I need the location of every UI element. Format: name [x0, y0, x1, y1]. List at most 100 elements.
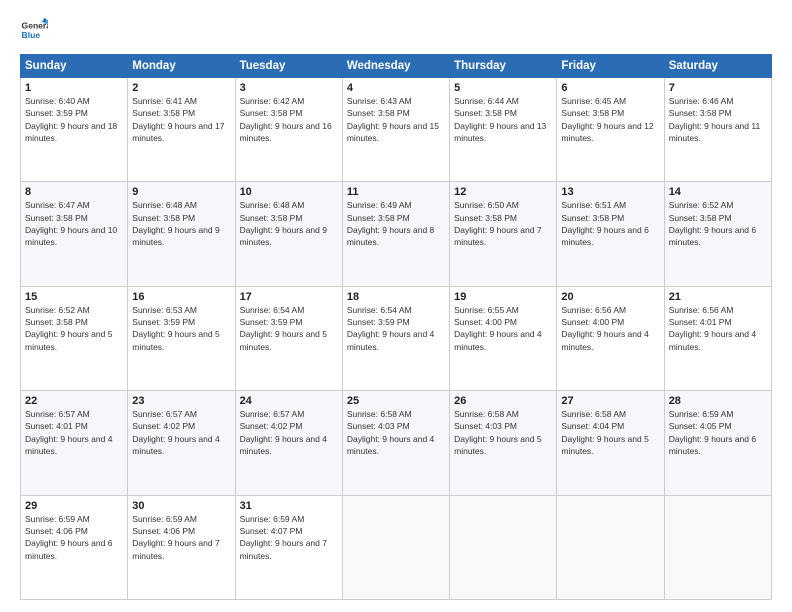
day-info: Sunrise: 6:43 AM Sunset: 3:58 PM Dayligh… — [347, 95, 445, 144]
calendar-cell: 10 Sunrise: 6:48 AM Sunset: 3:58 PM Dayl… — [235, 182, 342, 286]
calendar-cell: 16 Sunrise: 6:53 AM Sunset: 3:59 PM Dayl… — [128, 286, 235, 390]
calendar-cell: 13 Sunrise: 6:51 AM Sunset: 3:58 PM Dayl… — [557, 182, 664, 286]
calendar-cell: 6 Sunrise: 6:45 AM Sunset: 3:58 PM Dayli… — [557, 78, 664, 182]
day-info: Sunrise: 6:48 AM Sunset: 3:58 PM Dayligh… — [240, 199, 338, 248]
calendar-cell: 18 Sunrise: 6:54 AM Sunset: 3:59 PM Dayl… — [342, 286, 449, 390]
day-info: Sunrise: 6:49 AM Sunset: 3:58 PM Dayligh… — [347, 199, 445, 248]
calendar-week-row: 29 Sunrise: 6:59 AM Sunset: 4:06 PM Dayl… — [21, 495, 772, 599]
day-number: 15 — [25, 291, 123, 303]
day-info: Sunrise: 6:54 AM Sunset: 3:59 PM Dayligh… — [240, 304, 338, 353]
calendar-cell — [342, 495, 449, 599]
weekday-header-thursday: Thursday — [450, 55, 557, 78]
day-number: 16 — [132, 291, 230, 303]
logo-icon: General Blue — [20, 16, 48, 44]
calendar-week-row: 15 Sunrise: 6:52 AM Sunset: 3:58 PM Dayl… — [21, 286, 772, 390]
day-info: Sunrise: 6:57 AM Sunset: 4:01 PM Dayligh… — [25, 408, 123, 457]
day-number: 17 — [240, 291, 338, 303]
calendar-week-row: 1 Sunrise: 6:40 AM Sunset: 3:59 PM Dayli… — [21, 78, 772, 182]
calendar-cell: 3 Sunrise: 6:42 AM Sunset: 3:58 PM Dayli… — [235, 78, 342, 182]
calendar-cell — [664, 495, 771, 599]
day-number: 5 — [454, 82, 552, 94]
day-info: Sunrise: 6:46 AM Sunset: 3:58 PM Dayligh… — [669, 95, 767, 144]
day-info: Sunrise: 6:59 AM Sunset: 4:07 PM Dayligh… — [240, 513, 338, 562]
calendar-cell: 15 Sunrise: 6:52 AM Sunset: 3:58 PM Dayl… — [21, 286, 128, 390]
day-info: Sunrise: 6:41 AM Sunset: 3:58 PM Dayligh… — [132, 95, 230, 144]
weekday-header-saturday: Saturday — [664, 55, 771, 78]
day-number: 12 — [454, 186, 552, 198]
day-info: Sunrise: 6:59 AM Sunset: 4:06 PM Dayligh… — [25, 513, 123, 562]
calendar-cell: 12 Sunrise: 6:50 AM Sunset: 3:58 PM Dayl… — [450, 182, 557, 286]
day-number: 19 — [454, 291, 552, 303]
day-number: 29 — [25, 500, 123, 512]
day-info: Sunrise: 6:40 AM Sunset: 3:59 PM Dayligh… — [25, 95, 123, 144]
day-info: Sunrise: 6:59 AM Sunset: 4:06 PM Dayligh… — [132, 513, 230, 562]
day-info: Sunrise: 6:52 AM Sunset: 3:58 PM Dayligh… — [669, 199, 767, 248]
calendar-cell: 22 Sunrise: 6:57 AM Sunset: 4:01 PM Dayl… — [21, 391, 128, 495]
day-number: 26 — [454, 395, 552, 407]
calendar-cell: 25 Sunrise: 6:58 AM Sunset: 4:03 PM Dayl… — [342, 391, 449, 495]
day-number: 18 — [347, 291, 445, 303]
day-info: Sunrise: 6:51 AM Sunset: 3:58 PM Dayligh… — [561, 199, 659, 248]
day-number: 31 — [240, 500, 338, 512]
calendar-cell: 4 Sunrise: 6:43 AM Sunset: 3:58 PM Dayli… — [342, 78, 449, 182]
day-number: 2 — [132, 82, 230, 94]
calendar-cell: 28 Sunrise: 6:59 AM Sunset: 4:05 PM Dayl… — [664, 391, 771, 495]
calendar-table: SundayMondayTuesdayWednesdayThursdayFrid… — [20, 54, 772, 600]
calendar-cell: 27 Sunrise: 6:58 AM Sunset: 4:04 PM Dayl… — [557, 391, 664, 495]
calendar-cell: 30 Sunrise: 6:59 AM Sunset: 4:06 PM Dayl… — [128, 495, 235, 599]
day-info: Sunrise: 6:50 AM Sunset: 3:58 PM Dayligh… — [454, 199, 552, 248]
logo: General Blue — [20, 16, 48, 44]
day-number: 22 — [25, 395, 123, 407]
day-info: Sunrise: 6:47 AM Sunset: 3:58 PM Dayligh… — [25, 199, 123, 248]
day-number: 3 — [240, 82, 338, 94]
calendar-cell: 23 Sunrise: 6:57 AM Sunset: 4:02 PM Dayl… — [128, 391, 235, 495]
weekday-header-sunday: Sunday — [21, 55, 128, 78]
day-number: 25 — [347, 395, 445, 407]
weekday-header-friday: Friday — [557, 55, 664, 78]
calendar-cell: 20 Sunrise: 6:56 AM Sunset: 4:00 PM Dayl… — [557, 286, 664, 390]
day-number: 4 — [347, 82, 445, 94]
day-number: 14 — [669, 186, 767, 198]
weekday-header-monday: Monday — [128, 55, 235, 78]
day-info: Sunrise: 6:58 AM Sunset: 4:03 PM Dayligh… — [454, 408, 552, 457]
day-info: Sunrise: 6:56 AM Sunset: 4:00 PM Dayligh… — [561, 304, 659, 353]
day-info: Sunrise: 6:52 AM Sunset: 3:58 PM Dayligh… — [25, 304, 123, 353]
calendar-cell: 14 Sunrise: 6:52 AM Sunset: 3:58 PM Dayl… — [664, 182, 771, 286]
calendar-cell: 7 Sunrise: 6:46 AM Sunset: 3:58 PM Dayli… — [664, 78, 771, 182]
calendar-cell: 8 Sunrise: 6:47 AM Sunset: 3:58 PM Dayli… — [21, 182, 128, 286]
day-number: 10 — [240, 186, 338, 198]
calendar-cell — [450, 495, 557, 599]
calendar-week-row: 8 Sunrise: 6:47 AM Sunset: 3:58 PM Dayli… — [21, 182, 772, 286]
day-number: 11 — [347, 186, 445, 198]
calendar-cell: 26 Sunrise: 6:58 AM Sunset: 4:03 PM Dayl… — [450, 391, 557, 495]
day-number: 28 — [669, 395, 767, 407]
calendar-cell: 2 Sunrise: 6:41 AM Sunset: 3:58 PM Dayli… — [128, 78, 235, 182]
day-info: Sunrise: 6:57 AM Sunset: 4:02 PM Dayligh… — [240, 408, 338, 457]
calendar-cell: 31 Sunrise: 6:59 AM Sunset: 4:07 PM Dayl… — [235, 495, 342, 599]
weekday-header-tuesday: Tuesday — [235, 55, 342, 78]
calendar-cell: 19 Sunrise: 6:55 AM Sunset: 4:00 PM Dayl… — [450, 286, 557, 390]
day-number: 7 — [669, 82, 767, 94]
calendar-cell: 24 Sunrise: 6:57 AM Sunset: 4:02 PM Dayl… — [235, 391, 342, 495]
day-number: 27 — [561, 395, 659, 407]
day-number: 9 — [132, 186, 230, 198]
day-info: Sunrise: 6:54 AM Sunset: 3:59 PM Dayligh… — [347, 304, 445, 353]
day-number: 21 — [669, 291, 767, 303]
day-number: 13 — [561, 186, 659, 198]
calendar-cell — [557, 495, 664, 599]
day-info: Sunrise: 6:59 AM Sunset: 4:05 PM Dayligh… — [669, 408, 767, 457]
day-number: 24 — [240, 395, 338, 407]
day-number: 6 — [561, 82, 659, 94]
calendar-week-row: 22 Sunrise: 6:57 AM Sunset: 4:01 PM Dayl… — [21, 391, 772, 495]
day-info: Sunrise: 6:44 AM Sunset: 3:58 PM Dayligh… — [454, 95, 552, 144]
day-info: Sunrise: 6:45 AM Sunset: 3:58 PM Dayligh… — [561, 95, 659, 144]
day-info: Sunrise: 6:55 AM Sunset: 4:00 PM Dayligh… — [454, 304, 552, 353]
calendar-cell: 21 Sunrise: 6:56 AM Sunset: 4:01 PM Dayl… — [664, 286, 771, 390]
day-number: 23 — [132, 395, 230, 407]
day-info: Sunrise: 6:57 AM Sunset: 4:02 PM Dayligh… — [132, 408, 230, 457]
day-info: Sunrise: 6:58 AM Sunset: 4:04 PM Dayligh… — [561, 408, 659, 457]
svg-text:Blue: Blue — [22, 30, 41, 40]
calendar-cell: 5 Sunrise: 6:44 AM Sunset: 3:58 PM Dayli… — [450, 78, 557, 182]
day-number: 20 — [561, 291, 659, 303]
day-info: Sunrise: 6:58 AM Sunset: 4:03 PM Dayligh… — [347, 408, 445, 457]
